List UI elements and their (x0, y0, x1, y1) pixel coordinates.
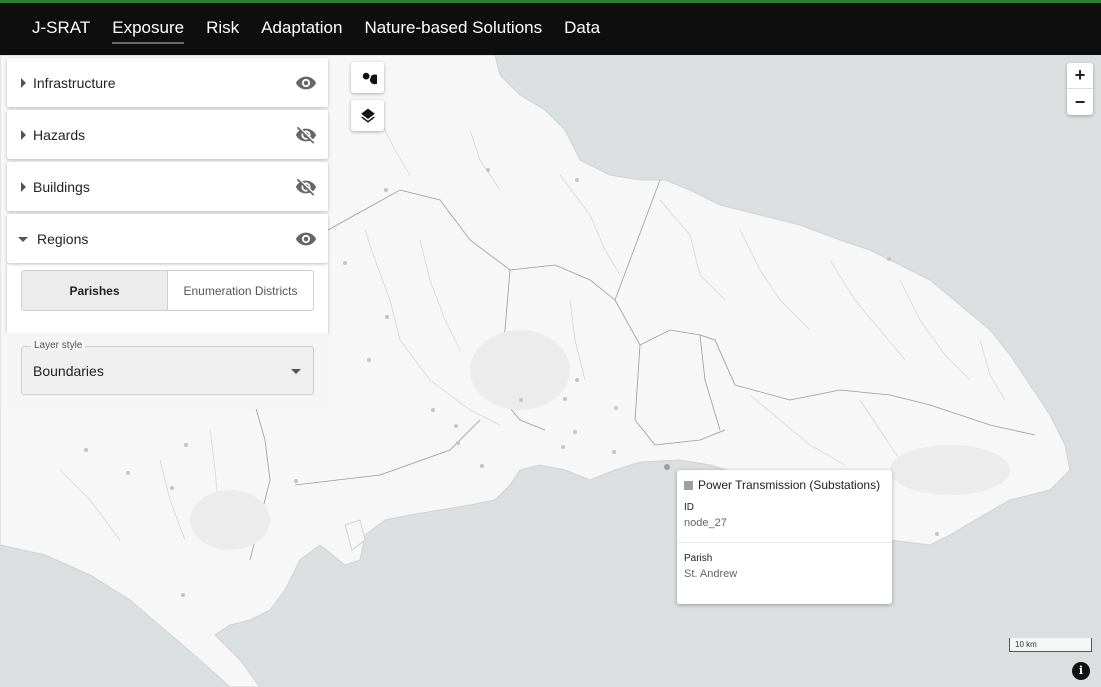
panel-infrastructure-label: Infrastructure (33, 74, 116, 91)
layer-style-select[interactable]: Layer style Boundaries (21, 340, 314, 395)
tooltip-divider (677, 542, 892, 543)
panel-hazards-label: Hazards (33, 126, 86, 143)
zoom-control: + − (1067, 63, 1093, 115)
nav-nature-based-solutions[interactable]: Nature-based Solutions (353, 14, 553, 44)
panel-buildings[interactable]: Buildings (7, 162, 328, 211)
regions-panel-body: Parishes Enumeration Districts (7, 263, 328, 333)
tooltip-title: Power Transmission (Substations) (698, 478, 881, 492)
chevron-right-icon (21, 181, 26, 192)
search-icon (362, 72, 377, 84)
info-icon[interactable]: i (1072, 662, 1090, 680)
layer-style-section: Layer style Boundaries (7, 333, 328, 409)
layer-color-swatch (684, 480, 693, 490)
eye-icon[interactable] (295, 72, 317, 94)
dropdown-arrow-icon (291, 369, 301, 374)
layer-style-label: Layer style (31, 340, 86, 351)
panel-buildings-label: Buildings (33, 178, 90, 195)
zoom-out-button[interactable]: − (1067, 89, 1093, 115)
eye-icon[interactable] (295, 228, 317, 250)
eye-off-icon[interactable] (295, 124, 317, 146)
panel-regions[interactable]: Regions (7, 214, 328, 263)
top-nav-bar: J-SRAT Exposure Risk Adaptation Nature-b… (0, 0, 1101, 55)
brand-link[interactable]: J-SRAT (21, 14, 101, 44)
region-type-toggle: Parishes Enumeration Districts (21, 270, 314, 311)
panel-regions-label: Regions (37, 230, 89, 247)
feature-tooltip: Power Transmission (Substations) ID node… (677, 470, 892, 604)
panel-hazards[interactable]: Hazards (7, 110, 328, 159)
nav-exposure[interactable]: Exposure (101, 14, 195, 44)
eye-off-icon[interactable] (295, 176, 317, 198)
nav-data[interactable]: Data (553, 14, 611, 44)
chevron-right-icon (21, 77, 26, 88)
search-button[interactable] (351, 62, 384, 93)
layer-style-value: Boundaries (33, 363, 104, 379)
tooltip-field-key: Parish (684, 553, 713, 564)
nav-risk[interactable]: Risk (195, 14, 250, 44)
tooltip-header: Power Transmission (Substations) (684, 478, 885, 492)
chevron-right-icon (21, 129, 26, 140)
tooltip-field-key: ID (684, 502, 694, 513)
toggle-enumeration-districts[interactable]: Enumeration Districts (168, 271, 313, 310)
layer-sidebar: Infrastructure Hazards Buildings Regions… (7, 58, 328, 409)
map-scale-bar: 10 km (1009, 638, 1092, 652)
tooltip-field-value: St. Andrew (684, 568, 738, 580)
toggle-parishes[interactable]: Parishes (22, 271, 168, 310)
tooltip-field-value: node_27 (684, 517, 727, 529)
panel-infrastructure[interactable]: Infrastructure (7, 58, 328, 107)
chevron-down-icon (18, 237, 28, 242)
zoom-in-button[interactable]: + (1067, 63, 1093, 89)
nav-adaptation[interactable]: Adaptation (250, 14, 353, 44)
layers-button[interactable] (351, 100, 384, 131)
layers-icon (360, 108, 375, 123)
